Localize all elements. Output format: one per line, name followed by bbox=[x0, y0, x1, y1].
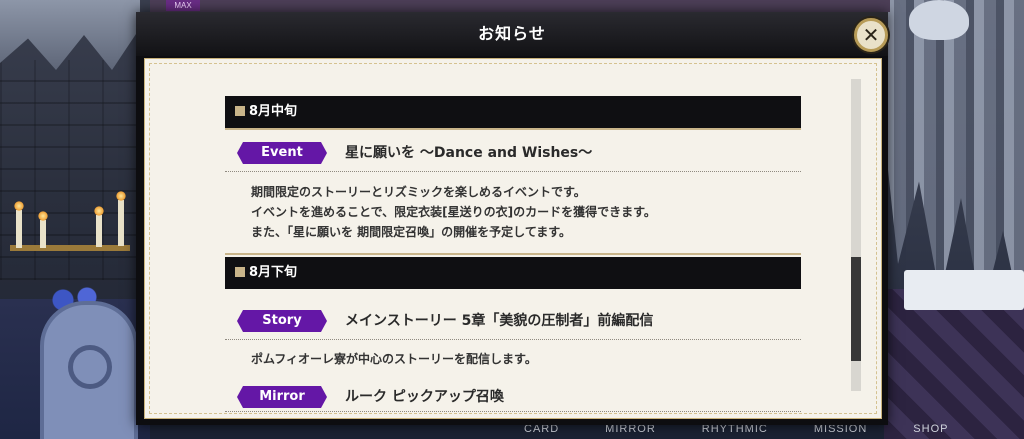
square-bullet-icon bbox=[235, 106, 245, 116]
notice-scroll-area[interactable]: 8月中旬 Event 星に願いを 〜Dance and Wishes〜 期間限定… bbox=[161, 67, 851, 412]
entry-tag: Event bbox=[237, 142, 327, 164]
section-heading: 8月下旬 bbox=[225, 257, 801, 289]
notice-paper: 8月中旬 Event 星に願いを 〜Dance and Wishes〜 期間限定… bbox=[144, 58, 882, 419]
entry-title: メインストーリー 5章「美貌の圧制者」前編配信 bbox=[345, 313, 654, 329]
entry-description-line: 期間限定のストーリーとリズミックを楽しめるイベントです。 bbox=[251, 185, 586, 199]
notice-entry[interactable]: Mirror ルーク ピックアップ召喚 bbox=[225, 383, 801, 412]
candle-1 bbox=[14, 201, 24, 248]
ghost-decoration bbox=[909, 0, 969, 40]
menu-card[interactable]: CARD bbox=[524, 423, 559, 439]
news-modal: お知らせ ✕ 8月中旬 Event 星に願いを 〜Dance and Wishe… bbox=[136, 12, 888, 425]
section-heading: 8月中旬 bbox=[225, 96, 801, 128]
candle-4 bbox=[116, 191, 126, 246]
candelabra bbox=[10, 245, 130, 251]
menu-mirror[interactable]: MIRROR bbox=[605, 423, 656, 439]
candle-3 bbox=[94, 206, 104, 247]
floor-right bbox=[884, 289, 1024, 439]
section-divider bbox=[225, 253, 801, 255]
bottom-menu: CARD MIRROR RHYTHMIC MISSION SHOP bbox=[510, 423, 947, 439]
dotted-divider bbox=[225, 171, 801, 172]
section-heading-text: 8月下旬 bbox=[249, 265, 298, 280]
notice-entry[interactable]: Story メインストーリー 5章「美貌の圧制者」前編配信 bbox=[225, 307, 801, 337]
tombstone-ornament bbox=[68, 345, 112, 389]
menu-rhythmic[interactable]: RHYTHMIC bbox=[702, 423, 768, 439]
scrollbar-track[interactable] bbox=[851, 79, 861, 391]
entry-title: ルーク ピックアップ召喚 bbox=[345, 389, 504, 405]
max-tag: MAX bbox=[166, 0, 200, 11]
menu-shop[interactable]: SHOP bbox=[913, 423, 948, 439]
modal-title: お知らせ bbox=[478, 24, 546, 43]
entry-description-line: ポムフィオーレ寮が中心のストーリーを配信します。 bbox=[251, 352, 537, 366]
top-strip bbox=[150, 0, 890, 12]
entry-tag: Story bbox=[237, 310, 327, 332]
entry-description-line: また、「星に願いを 期間限定召喚」の開催を予定してます。 bbox=[251, 225, 572, 239]
dotted-divider bbox=[225, 411, 801, 412]
section-heading-text: 8月中旬 bbox=[249, 104, 298, 119]
close-button[interactable]: ✕ bbox=[854, 18, 888, 52]
entry-tag: Mirror bbox=[237, 386, 327, 408]
banquet-table bbox=[904, 270, 1024, 310]
modal-header: お知らせ ✕ bbox=[136, 12, 888, 56]
entry-description-line: イベントを進めることで、限定衣装[星送りの衣]のカードを獲得できます。 bbox=[251, 205, 656, 219]
notice-entry[interactable]: Event 星に願いを 〜Dance and Wishes〜 bbox=[225, 139, 801, 169]
scrollbar-thumb[interactable] bbox=[851, 257, 861, 361]
dotted-divider bbox=[225, 339, 801, 340]
entry-title: 星に願いを 〜Dance and Wishes〜 bbox=[345, 145, 593, 161]
candle-2 bbox=[38, 211, 48, 248]
menu-mission[interactable]: MISSION bbox=[814, 423, 867, 439]
square-bullet-icon bbox=[235, 267, 245, 277]
section-divider bbox=[225, 128, 801, 130]
close-icon: ✕ bbox=[862, 23, 880, 47]
